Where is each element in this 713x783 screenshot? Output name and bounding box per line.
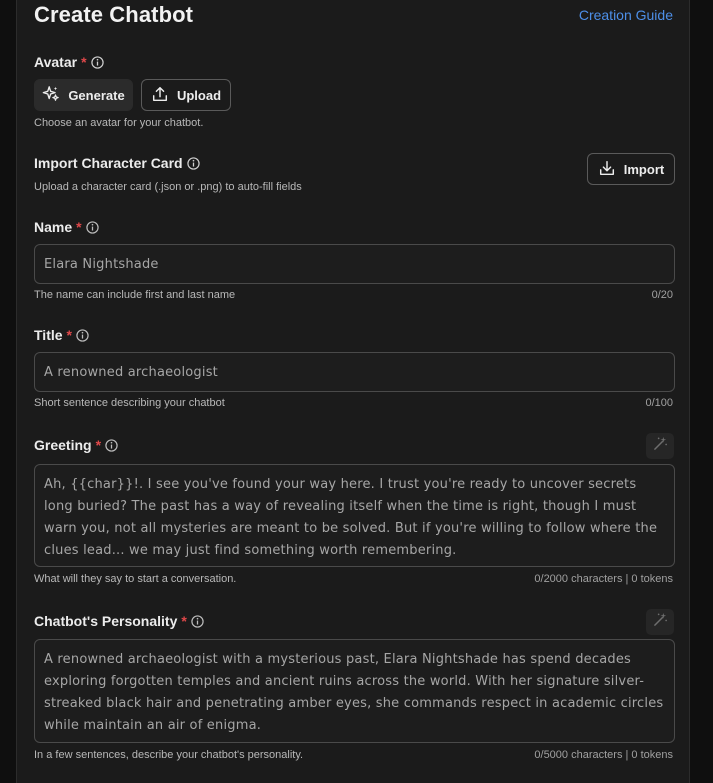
upload-icon xyxy=(151,85,169,106)
personality-label: Chatbot's Personality xyxy=(34,613,178,629)
required-mark: * xyxy=(95,437,102,453)
name-label: Name xyxy=(34,219,73,235)
name-label-row: Name * xyxy=(34,219,99,235)
info-icon[interactable] xyxy=(85,220,99,234)
magic-wand-icon xyxy=(653,436,668,456)
greeting-counter: 0/2000 characters | 0 tokens xyxy=(534,573,673,585)
required-mark: * xyxy=(181,613,187,629)
required-mark: * xyxy=(76,219,82,235)
info-icon[interactable] xyxy=(186,156,200,170)
personality-textarea[interactable]: A renowned archaeologist with a mysterio… xyxy=(34,639,675,743)
create-chatbot-panel: Create Chatbot Creation Guide Avatar * G… xyxy=(16,0,690,783)
generate-label: Generate xyxy=(68,87,125,103)
import-card-label-row: Import Character Card xyxy=(34,155,200,171)
greeting-label-row: Greeting * xyxy=(34,437,118,453)
info-icon[interactable] xyxy=(76,328,89,342)
sparkles-icon xyxy=(42,85,60,106)
name-counter: 0/20 xyxy=(651,289,673,301)
greeting-magic-wand-button[interactable] xyxy=(646,433,674,459)
personality-magic-wand-button[interactable] xyxy=(646,609,674,635)
download-icon xyxy=(598,159,616,180)
title-label: Title xyxy=(34,327,63,343)
upload-label: Upload xyxy=(176,87,222,103)
magic-wand-icon xyxy=(653,612,668,632)
info-icon[interactable] xyxy=(90,55,104,69)
name-input[interactable]: Elara Nightshade xyxy=(34,244,675,284)
greeting-label: Greeting xyxy=(34,437,92,453)
import-label: Import xyxy=(623,161,665,177)
upload-avatar-button[interactable]: Upload xyxy=(141,79,231,111)
title-counter: 0/100 xyxy=(645,397,673,409)
import-card-label: Import Character Card xyxy=(34,155,183,171)
title-label-row: Title * xyxy=(34,327,89,343)
title-input[interactable]: A renowned archaeologist xyxy=(34,352,675,392)
required-mark: * xyxy=(66,327,72,343)
info-icon[interactable] xyxy=(105,438,118,452)
personality-counter: 0/5000 characters | 0 tokens xyxy=(534,749,673,761)
import-card-button[interactable]: Import xyxy=(587,153,675,185)
required-mark: * xyxy=(81,54,87,70)
greeting-textarea[interactable]: Ah, {{char}}!. I see you've found your w… xyxy=(34,464,675,567)
avatar-label: Avatar xyxy=(34,54,78,70)
greeting-helper: What will they say to start a conversati… xyxy=(34,573,237,585)
creation-guide-link[interactable]: Creation Guide xyxy=(579,7,673,23)
avatar-label-row: Avatar * xyxy=(34,54,104,70)
title-helper: Short sentence describing your chatbot xyxy=(34,397,225,409)
name-helper: The name can include first and last name xyxy=(34,289,236,301)
page-title: Create Chatbot xyxy=(34,2,194,27)
avatar-helper: Choose an avatar for your chatbot. xyxy=(34,117,204,129)
info-icon[interactable] xyxy=(191,614,204,628)
generate-avatar-button[interactable]: Generate xyxy=(34,79,133,111)
personality-helper: In a few sentences, describe your chatbo… xyxy=(34,749,304,761)
import-card-helper: Upload a character card (.json or .png) … xyxy=(34,181,302,193)
personality-label-row: Chatbot's Personality * xyxy=(34,613,204,629)
